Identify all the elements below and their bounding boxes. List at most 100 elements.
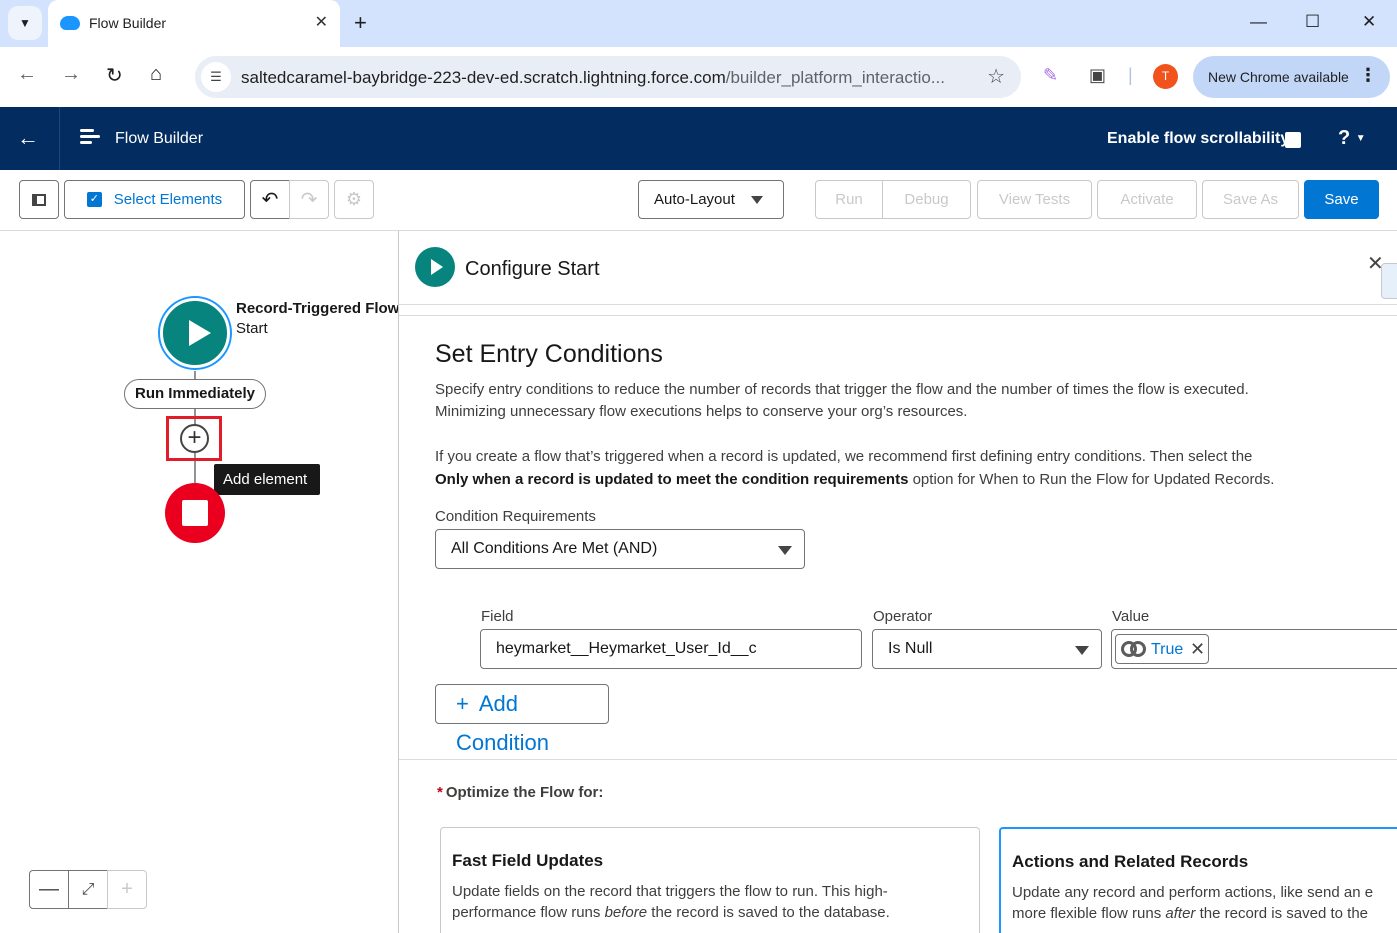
- divider: [399, 304, 1397, 305]
- forward-icon[interactable]: →: [61, 63, 81, 86]
- settings-button[interactable]: ⚙: [334, 180, 374, 219]
- divider: [399, 759, 1397, 760]
- star-icon[interactable]: ☆: [987, 64, 1005, 89]
- start-node-title: Record-Triggered Flow: [236, 300, 398, 317]
- run-immediately-pill[interactable]: Run Immediately: [124, 379, 266, 409]
- divider: [399, 315, 1397, 316]
- layout-select[interactable]: Auto-Layout: [638, 180, 784, 219]
- condition-requirements-select[interactable]: All Conditions Are Met (AND): [435, 529, 805, 569]
- actions-related-records-card[interactable]: Actions and Related Records Update any r…: [999, 827, 1397, 933]
- operator-value: Is Null: [888, 640, 933, 657]
- back-icon[interactable]: ←: [17, 125, 39, 151]
- browser-toolbar: ← → ↻ ⌂ ☰ saltedcaramel-baybridge-223-de…: [0, 47, 1397, 107]
- end-node[interactable]: [165, 483, 225, 543]
- flow-canvas[interactable]: Record-Triggered Flow Start Run Immediat…: [0, 231, 398, 933]
- value-pill-label: True: [1151, 641, 1184, 658]
- debug-button[interactable]: Debug: [882, 180, 971, 219]
- description-line-1: Specify entry conditions to reduce the n…: [435, 381, 1249, 398]
- zoom-in-button[interactable]: +: [107, 870, 147, 909]
- card-title: Actions and Related Records: [1012, 852, 1249, 871]
- browser-tab[interactable]: Flow Builder ✕: [48, 0, 340, 47]
- section-title: Set Entry Conditions: [435, 340, 663, 368]
- add-element-button[interactable]: +: [180, 424, 209, 453]
- save-as-label: Save As: [1222, 191, 1279, 208]
- value-pill[interactable]: True ✕: [1115, 634, 1209, 664]
- chevron-down-icon: [1075, 646, 1089, 655]
- flow-icon: [80, 129, 100, 147]
- url-path: /builder_platform_interactio...: [725, 68, 945, 87]
- start-node[interactable]: [160, 298, 230, 368]
- panel-title: Configure Start: [465, 258, 600, 280]
- close-icon[interactable]: ✕: [315, 12, 328, 32]
- zoom-out-button[interactable]: —: [29, 870, 69, 909]
- plus-icon: +: [456, 691, 469, 716]
- extensions-icon[interactable]: ▣: [1089, 65, 1106, 86]
- plus-icon[interactable]: +: [354, 10, 367, 36]
- zoom-in-icon: +: [121, 878, 133, 900]
- card2-line2b: the record is saved to the: [1195, 905, 1369, 922]
- add-element-tooltip: Add element: [214, 464, 320, 495]
- scrollability-checkbox[interactable]: [1285, 132, 1301, 148]
- boolean-icon: [1121, 641, 1147, 657]
- minimize-icon[interactable]: —: [1250, 12, 1267, 32]
- redo-button[interactable]: ↷: [289, 180, 329, 219]
- zoom-out-icon: —: [39, 878, 59, 900]
- operator-select[interactable]: Is Null: [872, 629, 1102, 669]
- help-label: ?: [1338, 127, 1351, 149]
- description-line-4: Only when a record is updated to meet th…: [435, 471, 1274, 488]
- new-chrome-available-button[interactable]: New Chrome available ⋮: [1193, 56, 1390, 98]
- value-label: Value: [1112, 608, 1150, 625]
- optimize-label: * Optimize the Flow for:: [437, 784, 603, 801]
- address-bar[interactable]: ☰ saltedcaramel-baybridge-223-dev-ed.scr…: [195, 56, 1021, 98]
- description-line-2: Minimizing unnecessary flow executions h…: [435, 403, 968, 420]
- card2-line2em: after: [1165, 905, 1196, 922]
- help-menu-button[interactable]: ? ▼: [1338, 127, 1366, 150]
- field-input[interactable]: heymarket__Heymarket_User_Id__c: [480, 629, 862, 669]
- activate-button[interactable]: Activate: [1097, 180, 1197, 219]
- maximize-icon[interactable]: ☐: [1305, 12, 1320, 32]
- pen-icon[interactable]: ✎: [1043, 65, 1058, 86]
- profile-avatar[interactable]: T: [1153, 64, 1178, 89]
- scrollability-label: Enable flow scrollability: [1107, 130, 1290, 147]
- run-button[interactable]: Run: [815, 180, 883, 219]
- home-icon[interactable]: ⌂: [150, 63, 162, 86]
- add-condition-button[interactable]: + Add Condition: [435, 684, 609, 755]
- undo-icon: ↶: [261, 189, 279, 211]
- url-text[interactable]: saltedcaramel-baybridge-223-dev-ed.scrat…: [241, 68, 971, 88]
- chevron-down-icon: ▼: [19, 16, 31, 30]
- chevron-down-icon: [750, 195, 763, 204]
- undo-button[interactable]: ↶: [250, 180, 290, 219]
- panel-toggle-button[interactable]: [19, 180, 59, 219]
- header-divider: [59, 107, 60, 170]
- fit-to-view-button[interactable]: ⤢: [68, 870, 108, 909]
- start-icon: [415, 247, 455, 287]
- remove-icon[interactable]: ✕: [1190, 638, 1205, 660]
- card2-line2a: more flexible flow runs: [1012, 905, 1166, 922]
- debug-label: Debug: [904, 191, 949, 208]
- back-icon[interactable]: ←: [17, 63, 37, 86]
- panel-toggle-icon: [32, 193, 46, 206]
- value-input[interactable]: True ✕: [1111, 629, 1397, 669]
- description-rest: option for When to Run the Flow for Upda…: [908, 471, 1275, 488]
- layout-value: Auto-Layout: [654, 191, 735, 208]
- flow-builder-header: ← Flow Builder Enable flow scrollability…: [0, 107, 1397, 170]
- description-bold: Only when a record is updated to meet th…: [435, 471, 909, 488]
- fast-field-updates-card[interactable]: Fast Field Updates Update fields on the …: [440, 827, 980, 933]
- condition-requirements-value: All Conditions Are Met (AND): [451, 540, 658, 557]
- description-line-3: If you create a flow that’s triggered wh…: [435, 448, 1253, 465]
- side-panel-tab[interactable]: [1381, 263, 1397, 299]
- reload-icon[interactable]: ↻: [106, 63, 123, 88]
- site-info-icon[interactable]: ☰: [201, 62, 231, 92]
- update-label: New Chrome available: [1208, 69, 1349, 85]
- save-button[interactable]: Save: [1304, 180, 1379, 219]
- window-close-icon[interactable]: ✕: [1362, 12, 1376, 32]
- tab-search-button[interactable]: ▼: [8, 6, 42, 40]
- run-label: Run: [835, 191, 863, 208]
- field-label: Field: [481, 608, 514, 625]
- caret-down-icon: ▼: [1355, 133, 1366, 144]
- salesforce-cloud-icon: [60, 16, 80, 30]
- select-elements-button[interactable]: ✓ Select Elements: [64, 180, 245, 219]
- view-tests-button[interactable]: View Tests: [977, 180, 1092, 219]
- save-as-button[interactable]: Save As: [1202, 180, 1299, 219]
- select-elements-label: Select Elements: [113, 191, 223, 208]
